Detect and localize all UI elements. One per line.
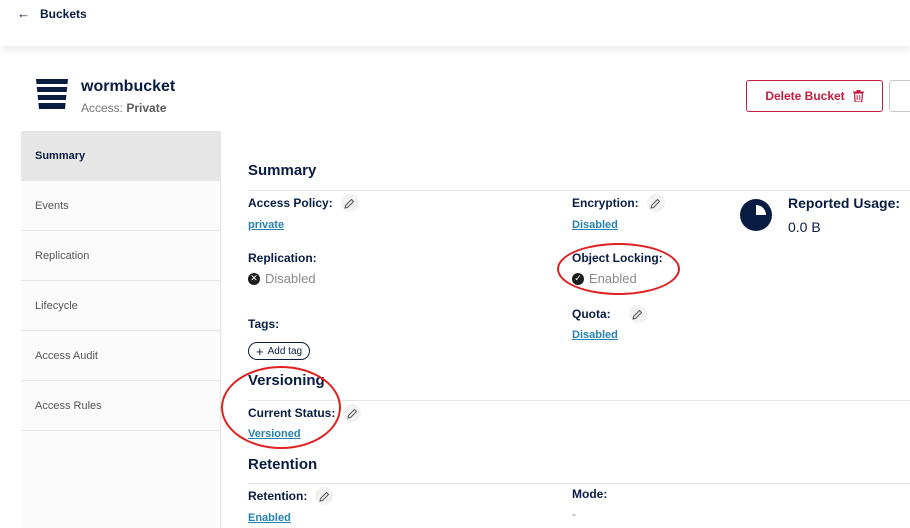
pencil-icon[interactable] xyxy=(343,404,362,422)
object-locking-status: ✓ Enabled xyxy=(572,271,637,286)
retention-title: Retention xyxy=(248,456,318,473)
reported-usage-label: Reported Usage: xyxy=(788,195,901,211)
replication-value: Disabled xyxy=(265,271,316,286)
top-bar: ← Buckets xyxy=(0,0,910,46)
encryption-label: Encryption: xyxy=(572,194,665,212)
current-status-value[interactable]: Versioned xyxy=(248,428,301,440)
replication-label: Replication: xyxy=(248,251,317,265)
encryption-value[interactable]: Disabled xyxy=(572,219,618,231)
retention-text: Retention: xyxy=(248,489,308,503)
quota-value[interactable]: Disabled xyxy=(572,329,618,341)
add-tag-label: Add tag xyxy=(267,345,303,357)
usage-pie-icon xyxy=(740,199,772,231)
x-circle-icon: ✕ xyxy=(248,272,260,285)
mode-value: - xyxy=(572,507,576,521)
bucket-access: Access: Private xyxy=(81,101,166,115)
sidebar-item-replication[interactable]: Replication xyxy=(21,231,220,281)
access-value: Private xyxy=(126,101,167,115)
retention-value[interactable]: Enabled xyxy=(248,512,291,524)
plus-icon: + xyxy=(256,343,264,359)
retention-divider xyxy=(248,483,910,484)
access-prefix: Access: xyxy=(81,101,124,115)
bucket-header: wormbucket Access: Private Delete Bucket xyxy=(0,70,910,130)
delete-bucket-button[interactable]: Delete Bucket xyxy=(746,80,883,112)
summary-panel: Summary Access Policy: private Encryptio… xyxy=(248,131,910,528)
quota-text: Quota: xyxy=(572,307,611,321)
reported-usage-value: 0.0 B xyxy=(788,219,821,235)
bucket-icon xyxy=(36,79,68,109)
quota-label: Quota: xyxy=(572,305,647,323)
pencil-icon[interactable] xyxy=(340,194,359,212)
access-policy-text: Access Policy: xyxy=(248,196,333,210)
mode-label: Mode: xyxy=(572,487,608,501)
retention-label: Retention: xyxy=(248,487,334,505)
access-policy-label: Access Policy: xyxy=(248,194,359,212)
delete-bucket-label: Delete Bucket xyxy=(765,89,845,103)
sidebar-item-access-rules[interactable]: Access Rules xyxy=(21,381,220,431)
trash-icon xyxy=(852,90,864,102)
versioning-divider xyxy=(248,400,910,401)
pencil-icon[interactable] xyxy=(628,305,647,323)
current-status-label: Current Status: xyxy=(248,404,362,422)
object-locking-label: Object Locking: xyxy=(572,251,663,265)
pencil-icon[interactable] xyxy=(315,487,334,505)
add-tag-button[interactable]: + Add tag xyxy=(248,342,311,360)
tags-label: Tags: xyxy=(248,317,280,331)
summary-title: Summary xyxy=(248,162,317,179)
sidebar-item-summary[interactable]: Summary xyxy=(21,131,220,181)
replication-status: ✕ Disabled xyxy=(248,271,316,286)
current-status-text: Current Status: xyxy=(248,406,336,420)
encryption-text: Encryption: xyxy=(572,196,639,210)
object-locking-value: Enabled xyxy=(589,271,637,286)
sidebar-item-events[interactable]: Events xyxy=(21,181,220,231)
sidebar-item-access-audit[interactable]: Access Audit xyxy=(21,331,220,381)
pencil-icon[interactable] xyxy=(646,194,665,212)
secondary-action-button[interactable] xyxy=(889,80,910,112)
arrow-left-icon: ← xyxy=(17,6,30,21)
access-policy-value[interactable]: private xyxy=(248,219,284,231)
sidebar-item-lifecycle[interactable]: Lifecycle xyxy=(21,281,220,331)
bucket-sidebar: Summary Events Replication Lifecycle Acc… xyxy=(21,131,221,528)
summary-divider xyxy=(248,190,910,191)
back-to-buckets-link[interactable]: ← Buckets xyxy=(17,6,87,21)
versioning-title: Versioning xyxy=(248,372,325,389)
bucket-name: wormbucket xyxy=(81,78,176,95)
check-circle-icon: ✓ xyxy=(572,272,584,285)
back-label: Buckets xyxy=(40,6,87,21)
